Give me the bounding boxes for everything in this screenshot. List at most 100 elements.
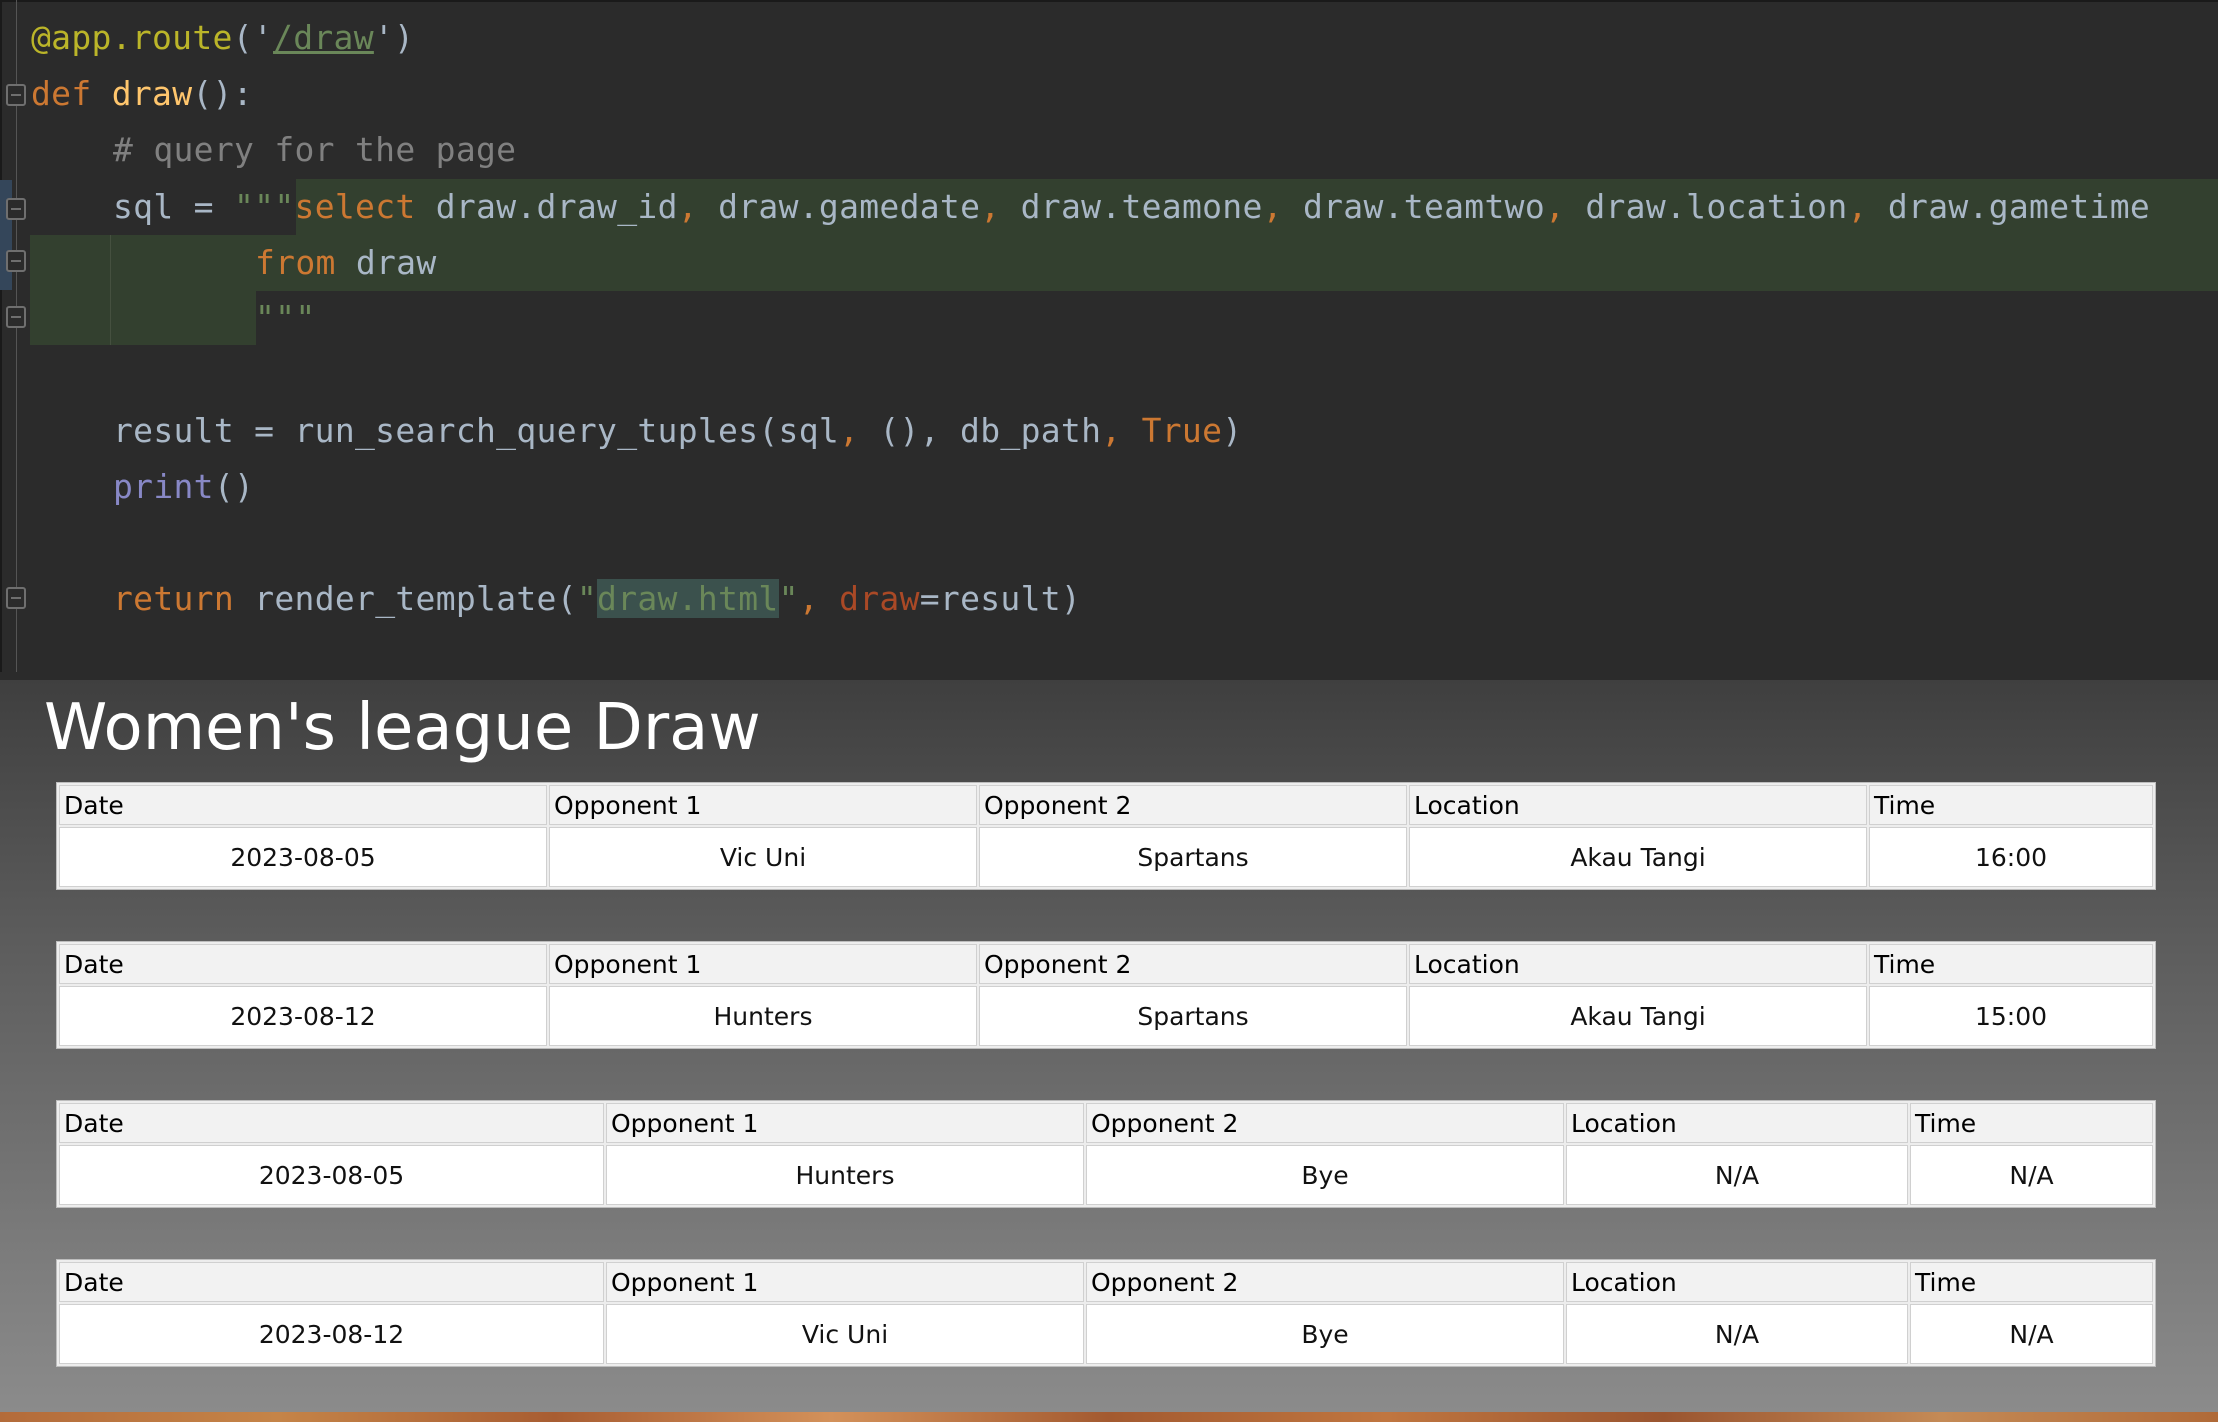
game-table: Date Opponent 1 Opponent 2 Location Time…: [56, 1100, 2156, 1208]
header-time: Time: [1910, 1103, 2153, 1143]
code-line-from: from draw: [255, 235, 437, 291]
decorator-open: (': [232, 18, 274, 57]
cell-opponent-1: Hunters: [606, 1145, 1084, 1205]
cell-opponent-1: Vic Uni: [606, 1304, 1084, 1364]
header-opponent-2: Opponent 2: [1086, 1262, 1564, 1302]
header-location: Location: [1409, 785, 1867, 825]
game-table: Date Opponent 1 Opponent 2 Location Time…: [56, 1259, 2156, 1367]
cell-date: 2023-08-05: [59, 827, 547, 887]
cell-opponent-2: Bye: [1086, 1145, 1564, 1205]
keyword-param: draw: [839, 579, 920, 618]
cell-opponent-2: Spartans: [979, 827, 1407, 887]
fold-icon[interactable]: [6, 198, 26, 220]
header-opponent-1: Opponent 1: [549, 944, 977, 984]
code-line-comment: # query for the page: [113, 122, 516, 178]
header-date: Date: [59, 1103, 604, 1143]
cell-opponent-2: Bye: [1086, 1304, 1564, 1364]
cell-opponent-1: Hunters: [549, 986, 977, 1046]
cell-location: Akau Tangi: [1409, 827, 1867, 887]
table-row: 2023-08-12 Vic Uni Bye N/A N/A: [59, 1304, 2153, 1364]
result-args: (), db_path: [879, 411, 1102, 450]
table-header-row: Date Opponent 1 Opponent 2 Location Time: [59, 1262, 2153, 1302]
editor-left-border: [0, 0, 2, 672]
def-signature: ():: [192, 74, 253, 113]
page-title: Women's league Draw: [44, 691, 761, 765]
quote-close: ": [778, 579, 799, 618]
sql-col: draw.gametime: [1887, 187, 2151, 226]
cell-location: Akau Tangi: [1409, 986, 1867, 1046]
decorator-close: '): [373, 18, 415, 57]
header-time: Time: [1910, 1262, 2153, 1302]
true-keyword: True: [1141, 411, 1223, 450]
header-date: Date: [59, 1262, 604, 1302]
return-keyword: return: [113, 579, 235, 618]
background-strip: [0, 1412, 2218, 1422]
cell-opponent-2: Spartans: [979, 986, 1407, 1046]
comment-text: # query for the page: [113, 130, 517, 169]
sql-col: draw.draw_id: [435, 187, 678, 226]
param-value: =result): [919, 579, 1082, 618]
editor-top-border: [0, 0, 2218, 2]
render-call: render_template(: [254, 579, 577, 618]
header-location: Location: [1409, 944, 1867, 984]
sql-col: draw.teamtwo: [1302, 187, 1545, 226]
sql-col: draw.gamedate: [718, 187, 981, 226]
rendered-page: Women's league Draw Date Opponent 1 Oppo…: [0, 680, 2218, 1422]
header-opponent-2: Opponent 2: [1086, 1103, 1564, 1143]
fold-icon[interactable]: [6, 250, 26, 272]
change-marker: [0, 180, 12, 290]
function-name: draw: [111, 74, 193, 113]
code-line-result: result = run_search_query_tuples(sql, ()…: [113, 411, 1243, 450]
fold-icon[interactable]: [6, 587, 26, 609]
header-date: Date: [59, 944, 547, 984]
sql-col: draw.teamone: [1020, 187, 1263, 226]
cell-location: N/A: [1566, 1304, 1908, 1364]
table-header-row: Date Opponent 1 Opponent 2 Location Time: [59, 944, 2153, 984]
table-row: 2023-08-05 Vic Uni Spartans Akau Tangi 1…: [59, 827, 2153, 887]
result-call: result = run_search_query_tuples(sql: [113, 411, 840, 450]
code-line-close-quotes: """: [255, 290, 316, 346]
code-line-decorator: @app.route('/draw'): [31, 10, 414, 66]
def-keyword: def: [31, 74, 92, 113]
cell-date: 2023-08-12: [59, 986, 547, 1046]
header-opponent-2: Opponent 2: [979, 944, 1407, 984]
code-editor[interactable]: @app.route('/draw') def draw(): # query …: [0, 0, 2218, 672]
code-line-sql: sql = """select draw.draw_id, draw.gamed…: [113, 187, 2151, 226]
header-time: Time: [1869, 944, 2153, 984]
template-name[interactable]: draw.html: [597, 579, 779, 618]
table-header-row: Date Opponent 1 Opponent 2 Location Time: [59, 1103, 2153, 1143]
cell-date: 2023-08-05: [59, 1145, 604, 1205]
header-date: Date: [59, 785, 547, 825]
sql-table-name: draw: [355, 243, 437, 282]
header-opponent-1: Opponent 1: [606, 1103, 1084, 1143]
fold-icon[interactable]: [6, 306, 26, 328]
sql-select-keyword: select: [294, 187, 416, 226]
fold-icon[interactable]: [6, 84, 26, 106]
triple-quote-open: """: [234, 187, 295, 226]
game-table: Date Opponent 1 Opponent 2 Location Time…: [56, 782, 2156, 890]
table-row: 2023-08-12 Hunters Spartans Akau Tangi 1…: [59, 986, 2153, 1046]
table-row: 2023-08-05 Hunters Bye N/A N/A: [59, 1145, 2153, 1205]
sql-col: draw.location: [1585, 187, 1848, 226]
header-opponent-1: Opponent 1: [549, 785, 977, 825]
sql-from-keyword: from: [255, 243, 336, 282]
header-opponent-2: Opponent 2: [979, 785, 1407, 825]
result-close: ): [1222, 411, 1243, 450]
header-location: Location: [1566, 1103, 1908, 1143]
cell-date: 2023-08-12: [59, 1304, 604, 1364]
header-opponent-1: Opponent 1: [606, 1262, 1084, 1302]
print-args: (): [213, 467, 255, 506]
triple-quote-close: """: [255, 298, 316, 337]
string-highlight: [30, 291, 256, 345]
route-link[interactable]: /draw: [273, 18, 374, 57]
cell-time: 15:00: [1869, 986, 2153, 1046]
header-location: Location: [1566, 1262, 1908, 1302]
game-table: Date Opponent 1 Opponent 2 Location Time…: [56, 941, 2156, 1049]
code-line-def: def draw():: [31, 66, 253, 122]
code-line-print: print(): [113, 459, 254, 515]
table-header-row: Date Opponent 1 Opponent 2 Location Time: [59, 785, 2153, 825]
header-time: Time: [1869, 785, 2153, 825]
sql-assignment: sql =: [113, 187, 235, 226]
print-builtin: print: [113, 467, 214, 506]
cell-opponent-1: Vic Uni: [549, 827, 977, 887]
